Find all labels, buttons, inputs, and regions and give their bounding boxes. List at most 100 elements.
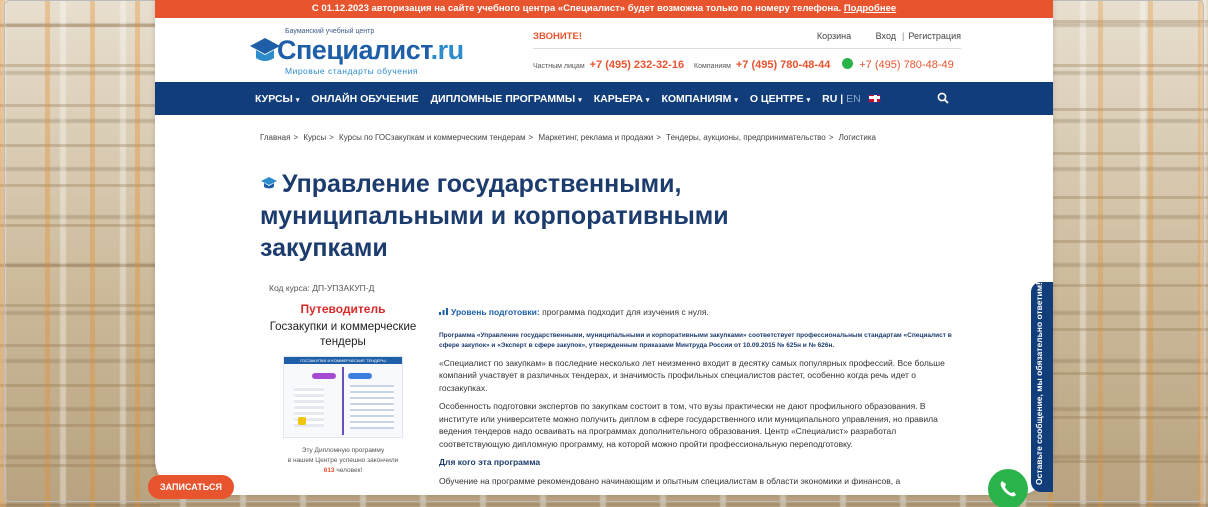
top-links: Корзина Вход | Регистрация: [795, 31, 961, 41]
header: Бауманский учебный центр Специалист.ru М…: [155, 18, 1053, 82]
infographic-node: [312, 373, 336, 379]
logo-small-text: Бауманский учебный центр: [285, 28, 375, 35]
breadcrumb-separator: >: [828, 133, 834, 142]
whatsapp-phone[interactable]: +7 (495) 780-48-49: [859, 59, 953, 71]
breadcrumb-item[interactable]: Курсы по ГОСзакупкам и коммерческим тенд…: [339, 133, 525, 142]
breadcrumb-separator: >: [329, 133, 334, 142]
chevron-down-icon: ▾: [645, 96, 650, 104]
phone-icon: [1000, 481, 1016, 497]
guide-note: Эту Дипломную программу в нашем Центре у…: [257, 446, 429, 476]
infographic-block: [350, 385, 394, 429]
infographic-badge: [298, 417, 306, 425]
breadcrumb-item[interactable]: Курсы: [303, 133, 326, 142]
uk-flag-icon[interactable]: [867, 93, 881, 103]
description-paragraph: «Специалист по закупкам» в последние нес…: [439, 357, 945, 393]
chevron-down-icon: ▾: [806, 96, 811, 104]
chevron-down-icon: ▾: [578, 96, 582, 104]
nav-item-label: ОНЛАЙН ОБУЧЕНИЕ: [311, 92, 419, 105]
breadcrumb-item[interactable]: Логистика: [839, 133, 876, 142]
company-phone[interactable]: +7 (495) 780-48-44: [736, 59, 830, 71]
whatsapp-icon[interactable]: [842, 58, 854, 69]
nav-item-label: О ЦЕНТРЕ: [749, 92, 804, 105]
level-label: Уровень подготовки:: [451, 307, 540, 317]
description-paragraph: Обучение на программе рекомендовано начи…: [439, 475, 901, 486]
logo-suffix: .ru: [430, 35, 465, 65]
training-level: Уровень подготовки: программа подходит д…: [439, 306, 959, 319]
phones: Частным лицам +7 (495) 232-32-16 Компани…: [533, 58, 954, 71]
breadcrumb-separator: >: [528, 133, 534, 142]
guide-title[interactable]: Путеводитель: [257, 302, 429, 316]
infographic-line: [342, 367, 344, 435]
description-paragraph: Особенность подготовки экспертов по заку…: [439, 401, 938, 449]
background-left-warehouse: [0, 0, 160, 507]
lang-en[interactable]: EN: [846, 93, 861, 105]
company-label: Компаниям: [694, 63, 731, 70]
graduates-count: 613: [323, 467, 335, 474]
page-title: Управление государственными, муниципальн…: [260, 168, 860, 264]
feedback-side-tab-label[interactable]: Оставьте сообщение, мы обязательно ответ…: [1034, 282, 1044, 485]
breadcrumb-separator: >: [656, 133, 661, 142]
nav-item-label: КОМПАНИЯМ: [661, 92, 732, 105]
chevron-down-icon: ▾: [295, 96, 300, 104]
whatsapp-chat-button[interactable]: [988, 469, 1028, 507]
logo-main-text: Специалист.ru: [277, 35, 464, 66]
private-label: Частным лицам: [533, 63, 585, 70]
logo-tagline: Мировые стандарты обучения: [285, 66, 418, 76]
nav-item-label: КАРЬЕРА: [593, 92, 643, 105]
cart-link[interactable]: Корзина: [817, 31, 851, 41]
nav-item-companies[interactable]: КОМПАНИЯМ ▾: [661, 93, 737, 105]
search-icon[interactable]: [937, 92, 949, 104]
breadcrumb-item[interactable]: Тендеры, аукционы, предпринимательство: [666, 133, 826, 142]
register-link[interactable]: Регистрация: [908, 31, 961, 41]
background-right-warehouse: [1048, 0, 1208, 507]
private-phone[interactable]: +7 (495) 232-32-16: [590, 59, 684, 71]
course-code: Код курса: ДП-УПЗАКУП-Д: [269, 283, 375, 293]
guide-subtitle[interactable]: Госзакупки и коммерческие тендеры: [257, 320, 429, 350]
lang-ru[interactable]: RU: [822, 93, 837, 105]
notice-more-link[interactable]: Подробнее: [844, 3, 896, 14]
course-description: Уровень подготовки: программа подходит д…: [439, 306, 959, 487]
guide-note-line1: Эту Дипломную программу: [301, 447, 385, 454]
nav-item-label: КУРСЫ: [255, 92, 293, 105]
breadcrumb: Главная > Курсы > Курсы по ГОСзакупкам и к…: [260, 133, 876, 142]
nav-item-career[interactable]: КАРЬЕРА ▾: [594, 93, 650, 105]
guide-block: Путеводитель Госзакупки и коммерческие т…: [257, 302, 429, 476]
guide-note-count: 613 человек!: [257, 466, 429, 476]
page: С 01.12.2023 авторизация на сайте учебно…: [155, 0, 1053, 495]
lang-separator: |: [840, 92, 844, 105]
graduates-suffix: человек!: [336, 467, 363, 474]
nav-item-diploma[interactable]: ДИПЛОМНЫЕ ПРОГРАММЫ ▾: [431, 93, 582, 105]
login-link[interactable]: Вход: [876, 31, 896, 41]
level-text: программа подходит для изучения с нуля.: [542, 307, 709, 317]
breadcrumb-item[interactable]: Главная: [260, 133, 290, 142]
main-nav: КУРСЫ ▾ ОНЛАЙН ОБУЧЕНИЕ ДИПЛОМНЫЕ ПРОГРАМ…: [155, 82, 1053, 115]
call-label: ЗВОНИТЕ!: [533, 31, 582, 42]
nav-item-about[interactable]: О ЦЕНТРЕ ▾: [750, 93, 810, 105]
title-line: муниципальными и корпоративными: [260, 202, 729, 230]
breadcrumb-separator: >: [293, 133, 299, 142]
title-text: Управление государственными,: [282, 170, 682, 198]
header-divider: [533, 48, 961, 49]
breadcrumb-item[interactable]: Маркетинг, реклама и продажи: [538, 133, 653, 142]
top-links-divider: |: [902, 31, 905, 41]
standard-text: Программа «Управление государственными, …: [439, 331, 952, 349]
nav-item-label: ДИПЛОМНЫЕ ПРОГРАММЫ: [430, 92, 576, 105]
notice-text: С 01.12.2023 авторизация на сайте учебно…: [311, 3, 842, 14]
signup-button[interactable]: ЗАПИСАТЬСЯ: [148, 475, 234, 499]
nav-item-courses[interactable]: КУРСЫ ▾: [255, 93, 299, 105]
title-line: Управление государственными,: [260, 168, 860, 200]
guide-note-line2: в нашем Центре успешно закончили: [287, 457, 399, 464]
guide-infographic[interactable]: ГОСЗАКУПКИ И КОММЕРЧЕСКИЕ ТЕНДЕРЫ: [283, 356, 403, 438]
title-line: закупками: [260, 234, 388, 262]
infographic-node: [348, 373, 372, 379]
notice-bar: С 01.12.2023 авторизация на сайте учебно…: [155, 0, 1053, 18]
graduation-cap-icon: [261, 177, 277, 189]
guide-image-caption: ГОСЗАКУПКИ И КОММЕРЧЕСКИЕ ТЕНДЕРЫ: [284, 357, 402, 364]
logo-main-word: Специалист: [277, 35, 431, 65]
logo[interactable]: Бауманский учебный центр Специалист.ru М…: [249, 26, 464, 78]
for-whom-heading: Для кого эта программа: [439, 457, 541, 467]
level-bars-icon: [439, 308, 448, 315]
language-switcher: RU | EN: [822, 92, 881, 105]
chevron-down-icon: ▾: [734, 96, 738, 104]
nav-item-online[interactable]: ОНЛАЙН ОБУЧЕНИЕ: [311, 93, 418, 105]
